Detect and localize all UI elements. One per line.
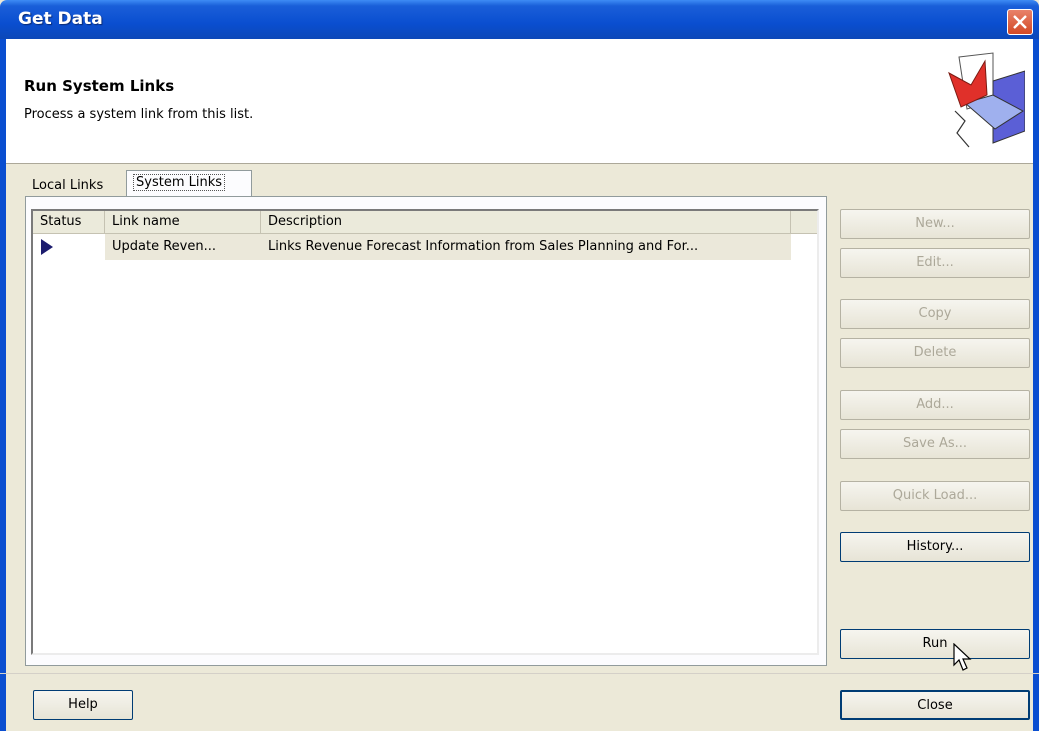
mouse-cursor-icon <box>953 643 972 671</box>
dialog-header: Run System Links Process a system link f… <box>6 39 1033 164</box>
footer-divider <box>0 673 1039 674</box>
column-header-description[interactable]: Description <box>261 211 791 233</box>
delete-button[interactable]: Delete <box>840 338 1030 368</box>
triangle-right-icon <box>41 239 53 255</box>
column-header-link-name[interactable]: Link name <box>105 211 261 233</box>
column-header-status[interactable]: Status <box>33 211 105 233</box>
quick-load-button[interactable]: Quick Load... <box>840 481 1030 511</box>
copy-button[interactable]: Copy <box>840 299 1030 329</box>
help-button[interactable]: Help <box>33 690 133 720</box>
header-title: Run System Links <box>24 77 175 95</box>
list-header: Status Link name Description <box>33 211 817 234</box>
links-list[interactable]: Status Link name Description Update Reve… <box>31 209 819 655</box>
title-bar[interactable]: Get Data <box>0 0 1039 39</box>
save-as-button[interactable]: Save As... <box>840 429 1030 459</box>
wizard-logo-icon <box>948 52 1025 148</box>
row-description: Links Revenue Forecast Information from … <box>261 234 791 260</box>
add-button[interactable]: Add... <box>840 390 1030 420</box>
history-button[interactable]: History... <box>840 532 1030 562</box>
window-frame-right <box>1033 39 1039 731</box>
header-subtitle: Process a system link from this list. <box>24 107 254 122</box>
run-button[interactable]: Run <box>840 629 1030 659</box>
close-button[interactable]: Close <box>840 690 1030 720</box>
window-title: Get Data <box>18 9 103 29</box>
tab-system-links-label: System Links <box>133 174 226 191</box>
edit-button[interactable]: Edit... <box>840 248 1030 278</box>
close-icon <box>1013 15 1027 29</box>
table-row[interactable]: Update Reven... Links Revenue Forecast I… <box>33 234 817 260</box>
tab-panel: Status Link name Description Update Reve… <box>25 196 827 666</box>
row-status-cell <box>33 234 105 260</box>
new-button[interactable]: New... <box>840 209 1030 239</box>
row-link-name: Update Reven... <box>105 234 261 260</box>
close-window-button[interactable] <box>1007 9 1033 35</box>
